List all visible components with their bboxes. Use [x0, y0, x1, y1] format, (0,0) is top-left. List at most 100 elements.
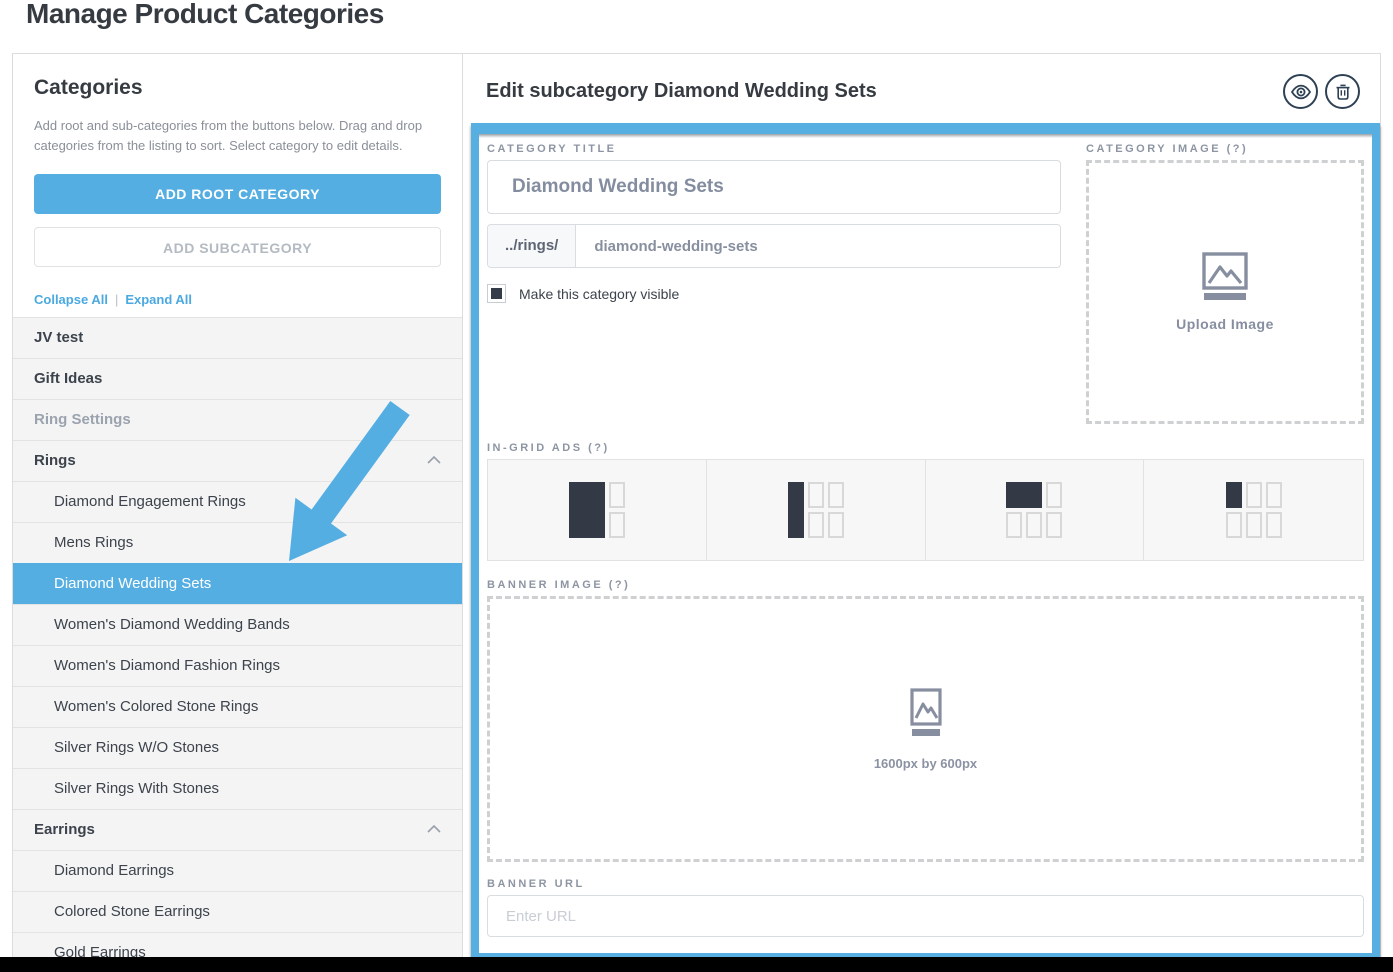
sidebar-item-label: Diamond Engagement Rings — [54, 493, 246, 510]
product-slot-block — [1246, 512, 1262, 538]
visible-checkbox-label: Make this category visible — [519, 286, 679, 302]
links-separator: | — [115, 292, 118, 307]
sidebar-item-jv-test[interactable]: JV test — [13, 317, 462, 358]
expand-all-link[interactable]: Expand All — [125, 292, 192, 307]
ad-layout-single-option[interactable] — [1144, 460, 1363, 560]
sidebar-item-label: Earrings — [34, 821, 95, 838]
add-subcategory-button[interactable]: ADD SUBCATEGORY — [34, 227, 441, 267]
sidebar-item-ring-settings[interactable]: Ring Settings — [13, 399, 462, 440]
banner-size-hint: 1600px by 600px — [874, 756, 977, 771]
ingrid-ads-options — [487, 459, 1364, 561]
sidebar-item-silver-rings-with-stones[interactable]: Silver Rings With Stones — [13, 768, 462, 809]
ingrid-ads-label: IN-GRID ADS (?) — [487, 442, 1364, 454]
preview-category-button[interactable] — [1283, 74, 1318, 109]
sidebar-item-silver-rings-w-o-stones[interactable]: Silver Rings W/O Stones — [13, 727, 462, 768]
product-slot-block — [1246, 482, 1262, 508]
product-slot-block — [1226, 512, 1242, 538]
category-image-upload-area[interactable]: Upload Image — [1086, 160, 1364, 424]
trash-icon — [1333, 82, 1353, 102]
product-slot-block — [828, 512, 844, 538]
category-title-input[interactable] — [487, 160, 1061, 214]
sidebar-item-label: Ring Settings — [34, 411, 131, 428]
categories-panel-title: Categories — [34, 76, 441, 100]
url-prefix: ../rings/ — [488, 225, 576, 267]
main-card: Categories Add root and sub-categories f… — [12, 53, 1381, 972]
categories-panel-description: Add root and sub-categories from the but… — [34, 116, 441, 155]
collapse-expand-links: Collapse All | Expand All — [34, 292, 441, 307]
ad-layout-single-thumbnail — [1226, 482, 1282, 538]
product-slot-block — [828, 482, 844, 508]
banner-image-icon — [910, 688, 942, 740]
ad-layout-wide-top-thumbnail — [1006, 482, 1062, 538]
sidebar-item-colored-stone-earrings[interactable]: Colored Stone Earrings — [13, 891, 462, 932]
product-slot-block — [1026, 512, 1042, 538]
banner-url-input[interactable] — [487, 895, 1364, 937]
sidebar-item-gift-ideas[interactable]: Gift Ideas — [13, 358, 462, 399]
image-upload-icon — [1202, 252, 1248, 302]
ad-layout-tall-left-thumbnail — [788, 482, 844, 538]
checkbox-checkmark — [491, 288, 502, 299]
sidebar-item-label: Silver Rings W/O Stones — [54, 739, 219, 756]
product-slot-block — [1046, 512, 1062, 538]
product-slot-block — [1006, 512, 1022, 538]
ad-slot-block — [1226, 482, 1242, 508]
add-root-category-button[interactable]: ADD ROOT CATEGORY — [34, 174, 441, 214]
category-list: JV test Gift Ideas Ring Settings Rings Diamo… — [13, 317, 462, 971]
product-slot-block — [609, 512, 625, 538]
category-url-group: ../rings/ — [487, 224, 1061, 268]
sidebar-item-label: Diamond Wedding Sets — [54, 575, 211, 592]
sidebar-item-label: Diamond Earrings — [54, 862, 174, 879]
ad-layout-large-left-option[interactable] — [488, 460, 707, 560]
chevron-up-icon[interactable] — [426, 824, 442, 834]
sidebar-item-label: Colored Stone Earrings — [54, 903, 210, 920]
sidebar-item-label: Rings — [34, 452, 76, 469]
ad-layout-large-left-thumbnail — [569, 482, 625, 538]
sidebar-item-mens-rings[interactable]: Mens Rings — [13, 522, 462, 563]
sidebar-item-women-s-diamond-fashion-rings[interactable]: Women's Diamond Fashion Rings — [13, 645, 462, 686]
category-image-label: CATEGORY IMAGE (?) — [1086, 143, 1364, 155]
sidebar-item-label: Mens Rings — [54, 534, 133, 551]
categories-panel: Categories Add root and sub-categories f… — [13, 54, 463, 971]
delete-category-button[interactable] — [1325, 74, 1360, 109]
sidebar-item-label: Silver Rings With Stones — [54, 780, 219, 797]
sidebar-item-diamond-earrings[interactable]: Diamond Earrings — [13, 850, 462, 891]
banner-url-label: BANNER URL — [487, 878, 1364, 890]
visible-checkbox[interactable] — [487, 284, 506, 303]
ad-slot-block — [1006, 482, 1042, 508]
edit-subcategory-form: CATEGORY TITLE ../rings/ Make this cat — [471, 123, 1380, 965]
upload-image-label: Upload Image — [1176, 316, 1274, 332]
collapse-all-link[interactable]: Collapse All — [34, 292, 108, 307]
product-slot-block — [808, 482, 824, 508]
sidebar-item-women-s-colored-stone-rings[interactable]: Women's Colored Stone Rings — [13, 686, 462, 727]
sidebar-item-label: Gift Ideas — [34, 370, 102, 387]
sidebar-item-label: Women's Diamond Fashion Rings — [54, 657, 280, 674]
sidebar-item-diamond-wedding-sets[interactable]: Diamond Wedding Sets — [13, 563, 462, 604]
banner-image-label: BANNER IMAGE (?) — [487, 579, 1364, 591]
chevron-up-icon[interactable] — [426, 455, 442, 465]
bottom-black-bar — [0, 957, 1393, 972]
sidebar-item-label: Women's Diamond Wedding Bands — [54, 616, 290, 633]
sidebar-item-rings[interactable]: Rings — [13, 440, 462, 481]
sidebar-item-label: JV test — [34, 329, 83, 346]
manage-product-categories-page: Manage Product Categories Categories Add… — [0, 0, 1393, 972]
sidebar-item-earrings[interactable]: Earrings — [13, 809, 462, 850]
ad-layout-tall-left-option[interactable] — [707, 460, 926, 560]
product-slot-block — [1046, 482, 1062, 508]
category-title-label: CATEGORY TITLE — [487, 143, 1061, 155]
category-slug-input[interactable] — [576, 225, 1060, 267]
eye-icon — [1290, 81, 1312, 103]
ad-slot-block — [788, 482, 804, 538]
sidebar-item-women-s-diamond-wedding-bands[interactable]: Women's Diamond Wedding Bands — [13, 604, 462, 645]
product-slot-block — [1266, 512, 1282, 538]
page-title: Manage Product Categories — [26, 0, 384, 30]
editor-panel: Edit subcategory Diamond Wedding Sets — [463, 54, 1380, 971]
product-slot-block — [808, 512, 824, 538]
product-slot-block — [609, 482, 625, 508]
ad-layout-wide-top-option[interactable] — [926, 460, 1145, 560]
ad-slot-block — [569, 482, 605, 538]
editor-heading: Edit subcategory Diamond Wedding Sets — [486, 80, 877, 103]
product-slot-block — [1266, 482, 1282, 508]
banner-image-upload-area[interactable]: 1600px by 600px — [487, 596, 1364, 862]
sidebar-item-diamond-engagement-rings[interactable]: Diamond Engagement Rings — [13, 481, 462, 522]
sidebar-item-label: Women's Colored Stone Rings — [54, 698, 258, 715]
